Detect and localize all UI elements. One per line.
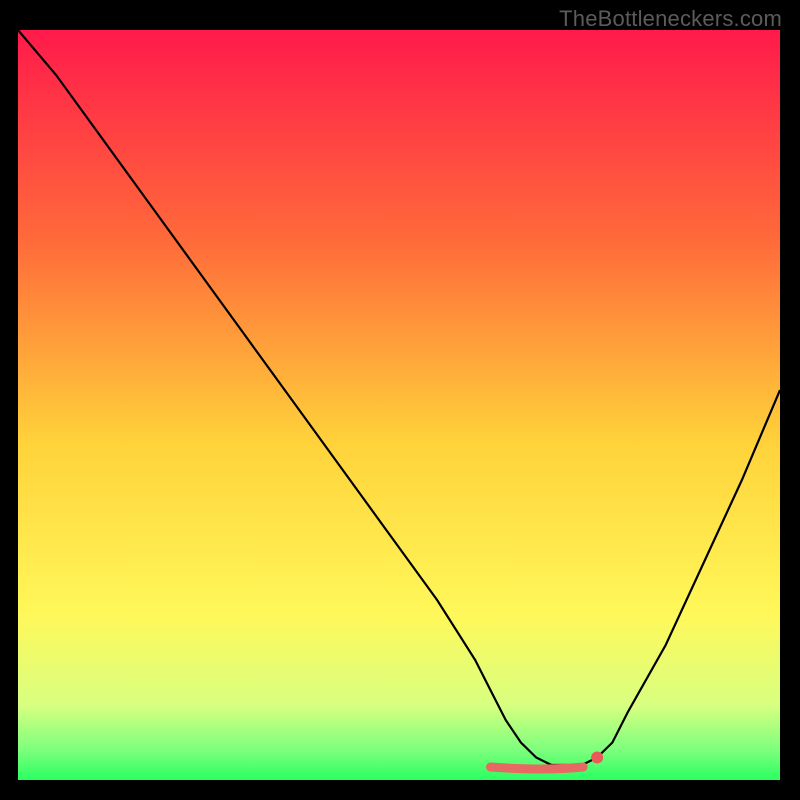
chart-frame: TheBottleneckers.com	[0, 0, 800, 800]
optimal-point-dot	[591, 752, 603, 764]
plot-area	[18, 30, 780, 780]
curve-layer	[18, 30, 780, 780]
watermark-text: TheBottleneckers.com	[559, 6, 782, 32]
optimal-range-highlight	[490, 767, 583, 769]
bottleneck-curve	[18, 30, 780, 765]
